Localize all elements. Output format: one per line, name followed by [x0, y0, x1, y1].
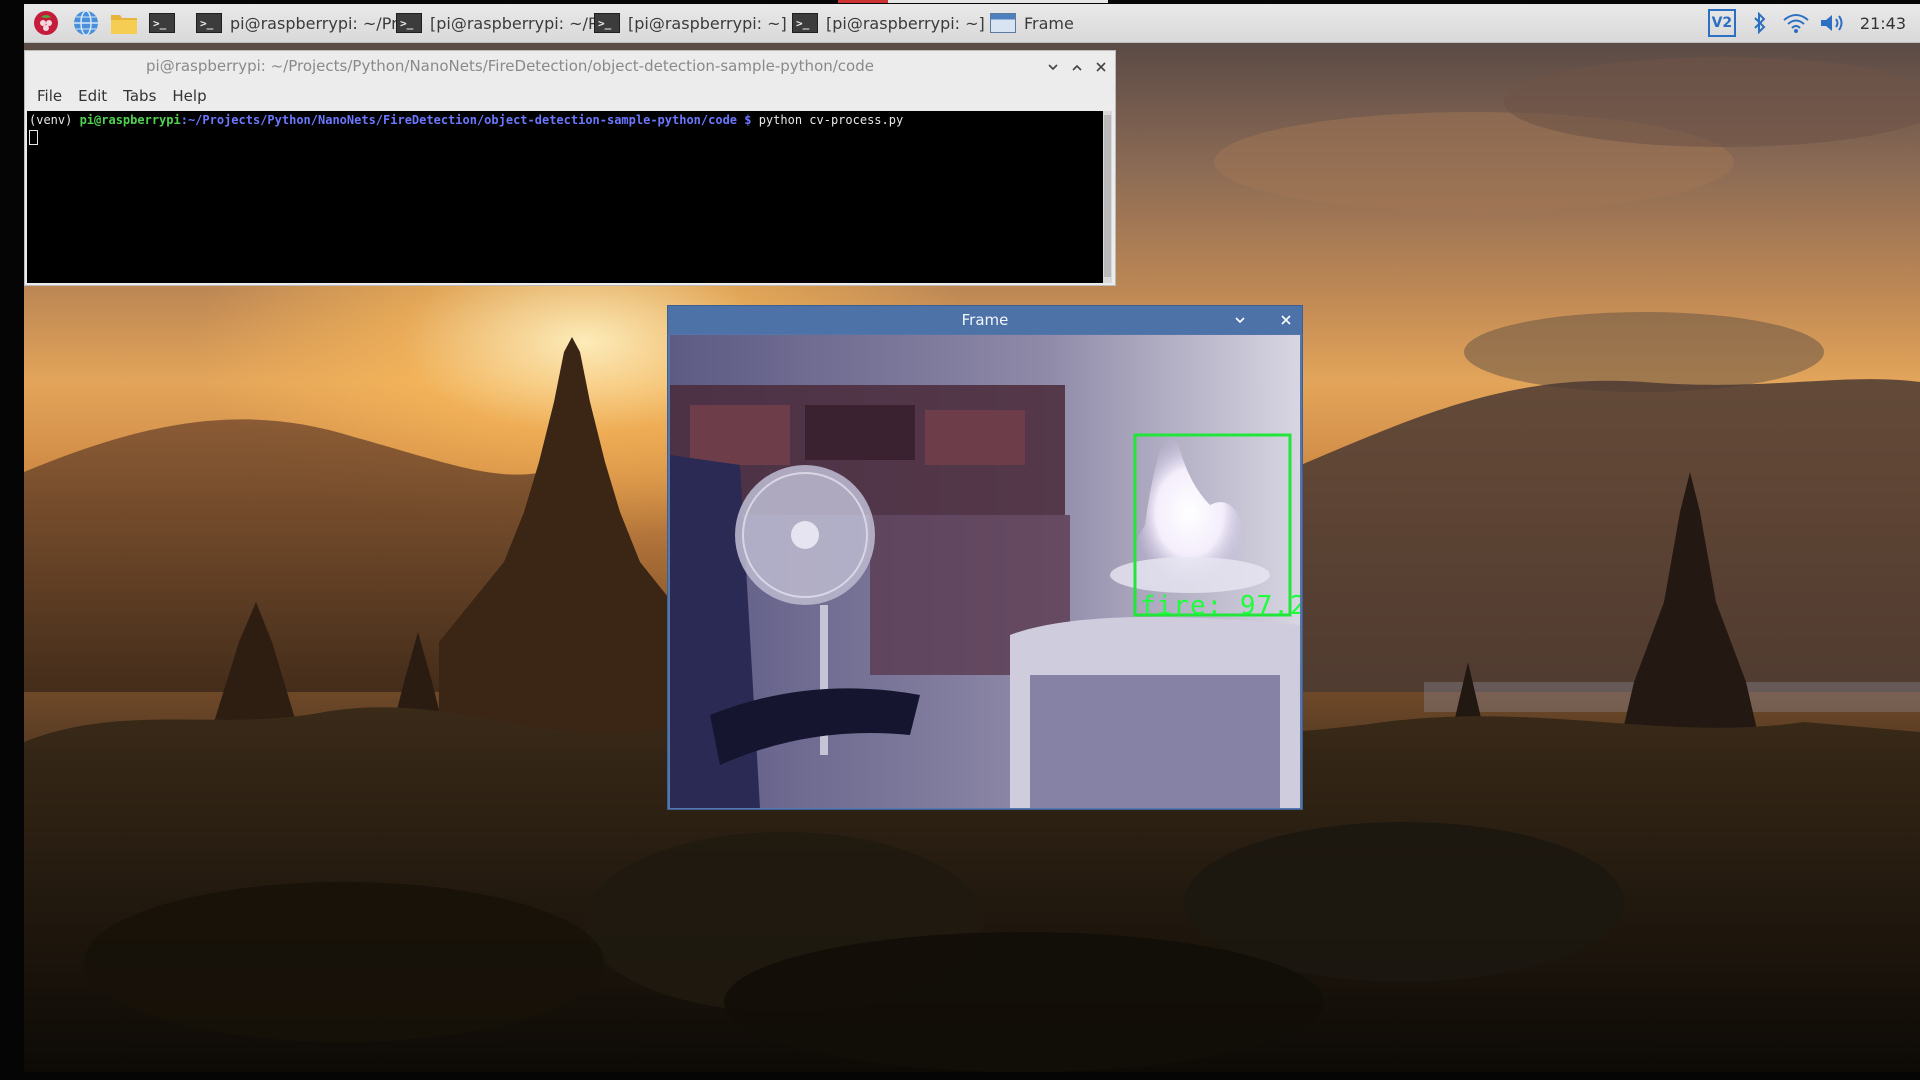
- bluetooth-icon[interactable]: [1742, 4, 1778, 42]
- wifi-icon[interactable]: [1778, 4, 1814, 42]
- task-frame[interactable]: Frame: [990, 8, 1074, 38]
- terminal-launcher-icon[interactable]: >_: [148, 10, 176, 36]
- text-cursor: [29, 130, 38, 145]
- terminal-icon: >_: [594, 13, 620, 33]
- minimize-button[interactable]: [1043, 57, 1063, 77]
- menu-help[interactable]: Help: [168, 87, 218, 105]
- terminal-menubar: File Edit Tabs Help: [25, 83, 1115, 109]
- minimize-button[interactable]: [1230, 310, 1250, 330]
- scrollbar-thumb[interactable]: [1104, 115, 1111, 277]
- frame-window: Frame fire: 97.2: [667, 305, 1303, 810]
- volume-icon[interactable]: [1814, 4, 1852, 42]
- terminal-icon: >_: [396, 13, 422, 33]
- menu-tabs[interactable]: Tabs: [119, 87, 168, 105]
- window-icon: [990, 13, 1016, 33]
- prompt-userhost: pi@raspberrypi: [79, 113, 181, 127]
- chevron-down-icon: [1048, 63, 1058, 70]
- camera-scene: [670, 335, 1300, 808]
- task-label: [pi@raspberrypi: ~]: [628, 13, 787, 33]
- raspberry-menu-icon[interactable]: [32, 10, 60, 36]
- close-icon: [1096, 62, 1106, 72]
- detection-label: fire: 97.23: [1140, 591, 1300, 621]
- task-label: [pi@raspberrypi: ~]: [826, 13, 985, 33]
- frame-title: Frame: [961, 311, 1009, 329]
- clock[interactable]: 21:43: [1852, 4, 1920, 42]
- menu-file[interactable]: File: [33, 87, 74, 105]
- terminal-title: pi@raspberrypi: ~/Projects/Python/NanoNe…: [146, 57, 874, 75]
- venv-indicator: (venv): [29, 113, 80, 127]
- vnc-label: V2: [1707, 9, 1736, 37]
- chevron-down-icon: [1235, 316, 1245, 323]
- prompt-command: python cv-process.py: [758, 113, 904, 127]
- task-terminal-2[interactable]: >_ [pi@raspberrypi: ~/Pr...: [396, 8, 618, 38]
- close-icon: [1281, 315, 1291, 325]
- frame-titlebar[interactable]: Frame: [668, 306, 1302, 334]
- terminal-icon: >_: [196, 13, 222, 33]
- web-browser-icon[interactable]: [72, 10, 100, 36]
- task-label: [pi@raspberrypi: ~/Pr...: [430, 13, 618, 33]
- terminal-output[interactable]: (venv) pi@raspberrypi:~/Projects/Python/…: [27, 111, 1105, 283]
- menu-edit[interactable]: Edit: [74, 87, 119, 105]
- close-button[interactable]: [1091, 57, 1111, 77]
- prompt-path: :~/Projects/Python/NanoNets/FireDetectio…: [180, 113, 759, 127]
- terminal-window: pi@raspberrypi: ~/Projects/Python/NanoNe…: [24, 50, 1116, 286]
- task-label: Frame: [1024, 13, 1074, 33]
- prompt-line: (venv) pi@raspberrypi:~/Projects/Python/…: [29, 113, 1103, 127]
- terminal-scrollbar[interactable]: [1103, 111, 1112, 283]
- system-tray: V2 21:43: [1702, 4, 1920, 42]
- taskbar: >_ >_ pi@raspberrypi: ~/Pr... >_ [pi@ras…: [24, 4, 1920, 43]
- file-manager-icon[interactable]: [110, 10, 138, 36]
- chevron-up-icon: [1072, 64, 1082, 71]
- camera-frame: fire: 97.23: [670, 335, 1300, 808]
- task-label: pi@raspberrypi: ~/Pr...: [230, 13, 412, 33]
- vnc-icon[interactable]: V2: [1702, 4, 1742, 42]
- task-terminal-1[interactable]: >_ pi@raspberrypi: ~/Pr...: [196, 8, 411, 38]
- top-edge-accent: [838, 0, 888, 3]
- maximize-button[interactable]: [1067, 57, 1087, 77]
- task-terminal-4[interactable]: >_ [pi@raspberrypi: ~]: [792, 8, 985, 38]
- close-button[interactable]: [1276, 310, 1296, 330]
- terminal-icon: >_: [792, 13, 818, 33]
- terminal-titlebar[interactable]: pi@raspberrypi: ~/Projects/Python/NanoNe…: [25, 51, 1115, 83]
- task-terminal-3[interactable]: >_ [pi@raspberrypi: ~]: [594, 8, 787, 38]
